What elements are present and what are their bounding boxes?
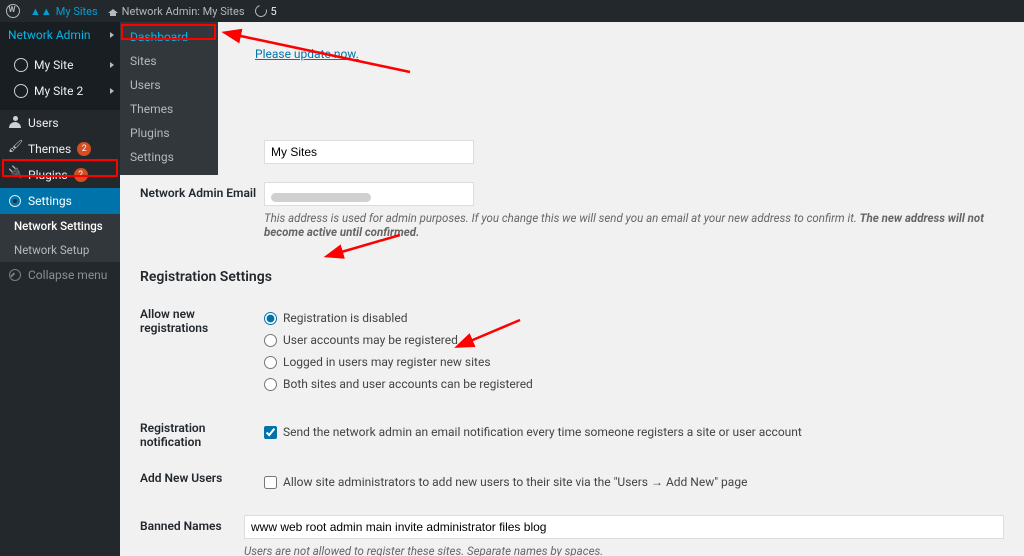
chevron-right-icon [110,62,114,68]
chevron-right-icon [110,88,114,94]
checkbox-reg-notif[interactable] [264,426,277,439]
submenu-network-settings[interactable]: Network Settings [0,214,120,238]
sidebar-label: Settings [28,194,72,208]
sidebar-label: Collapse menu [28,268,107,282]
allow-reg-label: Allow new registrations [140,303,264,335]
row-reg-notification: Registration notification Send the netwo… [140,417,1004,449]
sidebar-my-site[interactable]: My Site [0,52,120,78]
add-users-label: Add New Users [140,467,264,485]
flyout-plugins[interactable]: Plugins [120,121,218,145]
adminbar-mysites[interactable]: ▲▲ My Sites [30,5,98,18]
sidebar-settings[interactable]: Settings [0,188,120,214]
sidebar-label: My Site 2 [34,84,83,98]
sidebar-themes[interactable]: Themes 2 [0,136,120,162]
row-network-title: Network Title [140,140,1004,164]
radio-reg-both[interactable] [264,378,277,391]
adminbar-network[interactable]: Network Admin: My Sites [108,5,245,18]
radio-label: User accounts may be registered [283,333,458,347]
sites-icon: ▲▲ [30,5,52,18]
wp-logo-menu[interactable] [6,4,20,18]
admin-sidebar: Network Admin My Site My Site 2 Users Th… [0,22,120,556]
sidebar-my-site-2[interactable]: My Site 2 [0,78,120,104]
admin-email-desc: This address is used for admin purposes.… [264,211,1004,239]
update-badge: 2 [77,142,91,156]
redacted-email [271,193,371,202]
reg-notif-label: Registration notification [140,417,264,449]
sidebar-users[interactable]: Users [0,110,120,136]
radio-label: Both sites and user accounts can be regi… [283,377,533,391]
wordpress-icon [14,84,28,98]
adminbar-updates[interactable]: 5 [255,5,277,18]
network-title-input[interactable] [264,140,474,164]
submenu-network-setup[interactable]: Network Setup [0,238,120,262]
adminbar-updates-count: 5 [271,5,277,18]
sidebar-network-admin[interactable]: Network Admin [0,22,120,48]
sidebar-label: Themes [28,142,71,156]
flyout-sites[interactable]: Sites [120,49,218,73]
flyout-users[interactable]: Users [120,73,218,97]
brush-icon [8,142,22,156]
adminbar-network-label: Network Admin: My Sites [122,5,245,18]
plug-icon [8,168,22,182]
radio-label: Registration is disabled [283,311,407,325]
registration-settings-heading: Registration Settings [140,269,1004,285]
admin-bar: ▲▲ My Sites Network Admin: My Sites 5 [0,0,1024,22]
banned-names-input[interactable] [244,515,1004,539]
home-icon [108,6,118,16]
radio-reg-disabled[interactable] [264,312,277,325]
row-admin-email: Network Admin Email This address is used… [140,182,1004,239]
checkbox-label: Send the network admin an email notifica… [283,425,802,439]
main-content: Please update now. Op Network Title Netw… [120,22,1024,556]
banned-names-label: Banned Names [140,515,244,533]
flyout-themes[interactable]: Themes [120,97,218,121]
radio-reg-sites[interactable] [264,356,277,369]
flyout-settings[interactable]: Settings [120,145,218,169]
wordpress-icon [14,58,28,72]
sidebar-label: Plugins [28,168,68,182]
network-admin-flyout: Dashboard Sites Users Themes Plugins Set… [120,22,218,175]
wordpress-icon [6,4,20,18]
sidebar-settings-submenu: Network Settings Network Setup [0,214,120,262]
update-badge: 2 [74,168,88,182]
row-allow-registrations: Allow new registrations Registration is … [140,303,1004,399]
adminbar-mysites-label: My Sites [56,5,98,18]
flyout-dashboard[interactable]: Dashboard [120,25,218,49]
sidebar-label: My Site [34,58,73,72]
chevron-right-icon [110,32,114,38]
sidebar-plugins[interactable]: Plugins 2 [0,162,120,188]
radio-label: Logged in users may register new sites [283,355,491,369]
row-banned-names: Banned Names Users are not allowed to re… [140,515,1004,556]
collapse-icon [8,268,22,282]
radio-reg-users[interactable] [264,334,277,347]
gear-icon [8,194,22,208]
network-admin-label: Network Admin [8,28,91,42]
sidebar-collapse[interactable]: Collapse menu [0,262,120,288]
row-add-users: Add New Users Allow site administrators … [140,467,1004,497]
sidebar-label: Users [28,116,59,130]
update-now-link[interactable]: Please update now. [255,47,359,61]
person-icon [8,116,22,130]
checkbox-label: Allow site administrators to add new use… [283,475,747,489]
refresh-icon [252,3,268,19]
checkbox-add-users[interactable] [264,476,277,489]
banned-desc: Users are not allowed to register these … [244,544,1004,556]
admin-email-label: Network Admin Email [140,182,264,200]
